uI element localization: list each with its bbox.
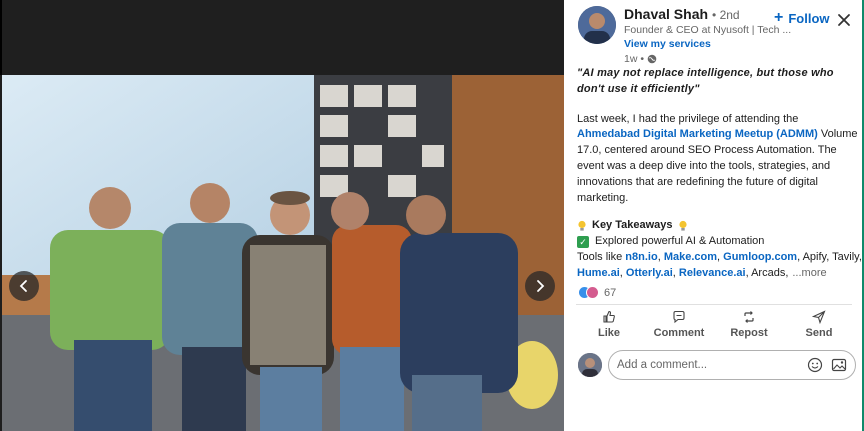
- tool-link-relevance[interactable]: Relevance.ai: [679, 267, 746, 279]
- post-photo: [2, 75, 564, 431]
- view-services-link[interactable]: View my services: [624, 38, 791, 50]
- follow-button[interactable]: + Follow: [774, 10, 830, 26]
- send-label: Send: [805, 327, 833, 339]
- paragraph-text-1: Last week, I had the privilege of attend…: [577, 112, 799, 125]
- chevron-right-icon: [537, 280, 545, 292]
- repost-label: Repost: [730, 327, 768, 339]
- tools-line: Tools like n8n.io, Make.com, Gumloop.com…: [577, 250, 862, 266]
- action-bar: Like Comment Repost Send: [578, 310, 850, 339]
- divider: [576, 304, 852, 305]
- lightbulb-icon: [678, 221, 687, 231]
- tools-line-2: Hume.ai, Otterly.ai, Relevance.ai, Arcad…: [577, 266, 859, 282]
- repost-button[interactable]: Repost: [718, 310, 780, 339]
- send-icon: [812, 310, 826, 324]
- tool-link-otterly[interactable]: Otterly.ai: [626, 267, 673, 279]
- emoji-icon[interactable]: [807, 357, 823, 373]
- tool-link-gumloop[interactable]: Gumloop.com: [723, 251, 797, 263]
- author-avatar[interactable]: [578, 6, 616, 44]
- author-header: Dhaval Shah • 2nd Founder & CEO at Nyuso…: [578, 6, 791, 65]
- post-body: "AI may not replace intelligence, but th…: [577, 66, 862, 282]
- takeaway-item: ✓ Explored powerful AI & Automation: [577, 234, 859, 250]
- reaction-icons: [578, 286, 600, 300]
- media-top-frame: [0, 0, 564, 75]
- love-reaction-icon: [586, 286, 599, 299]
- key-takeaways-label: Key Takeaways: [592, 219, 673, 232]
- takeaway-text: Explored powerful AI & Automation: [595, 235, 765, 248]
- previous-image-button[interactable]: [9, 271, 39, 301]
- post-panel: Dhaval Shah • 2nd Founder & CEO at Nyuso…: [564, 0, 864, 431]
- post-quote: "AI may not replace intelligence, but th…: [577, 67, 834, 95]
- current-user-avatar: [578, 353, 602, 377]
- post-paragraph: Last week, I had the privilege of attend…: [577, 112, 859, 207]
- tools-end: , Arcads,: [745, 266, 789, 279]
- like-button[interactable]: Like: [578, 310, 640, 339]
- comment-input[interactable]: [617, 359, 799, 371]
- repost-icon: [744, 311, 754, 323]
- post-timestamp: 1w •: [624, 53, 791, 65]
- comment-composer: [578, 350, 856, 380]
- comment-button[interactable]: Comment: [648, 310, 710, 339]
- tool-link-n8n[interactable]: n8n.io: [625, 251, 657, 263]
- post-time-text: 1w •: [624, 53, 645, 65]
- tool-link-hume[interactable]: Hume.ai: [577, 267, 620, 279]
- author-headline: Founder & CEO at Nyusoft | Tech ...: [624, 24, 792, 36]
- chevron-left-icon: [19, 280, 27, 292]
- image-icon[interactable]: [831, 357, 847, 373]
- reactions-summary[interactable]: 67: [578, 286, 616, 300]
- comment-box[interactable]: [608, 350, 856, 380]
- event-link[interactable]: Ahmedabad Digital Marketing Meetup (ADMM…: [577, 128, 818, 140]
- next-image-button[interactable]: [525, 271, 555, 301]
- send-button[interactable]: Send: [788, 310, 850, 339]
- media-viewer: [0, 0, 564, 431]
- globe-icon: [647, 54, 657, 64]
- plus-icon: +: [774, 9, 784, 26]
- thumbs-up-icon: [603, 310, 615, 323]
- comment-icon: [673, 310, 685, 324]
- tool-link-make[interactable]: Make.com: [664, 251, 717, 263]
- author-name[interactable]: Dhaval Shah: [624, 6, 708, 22]
- follow-label: Follow: [788, 10, 830, 26]
- tools-mid: , Apify, Tavily,: [797, 250, 862, 263]
- comment-label: Comment: [653, 327, 705, 339]
- checkmark-icon: ✓: [577, 236, 589, 249]
- like-label: Like: [597, 327, 620, 339]
- connection-degree: • 2nd: [712, 8, 740, 22]
- key-takeaways-heading: Key Takeaways: [577, 218, 859, 234]
- close-icon[interactable]: [836, 12, 852, 28]
- see-more-link[interactable]: ...more: [792, 267, 826, 279]
- lightbulb-icon: [578, 221, 586, 231]
- reaction-count: 67: [604, 287, 617, 299]
- tools-prefix: Tools like: [577, 250, 626, 263]
